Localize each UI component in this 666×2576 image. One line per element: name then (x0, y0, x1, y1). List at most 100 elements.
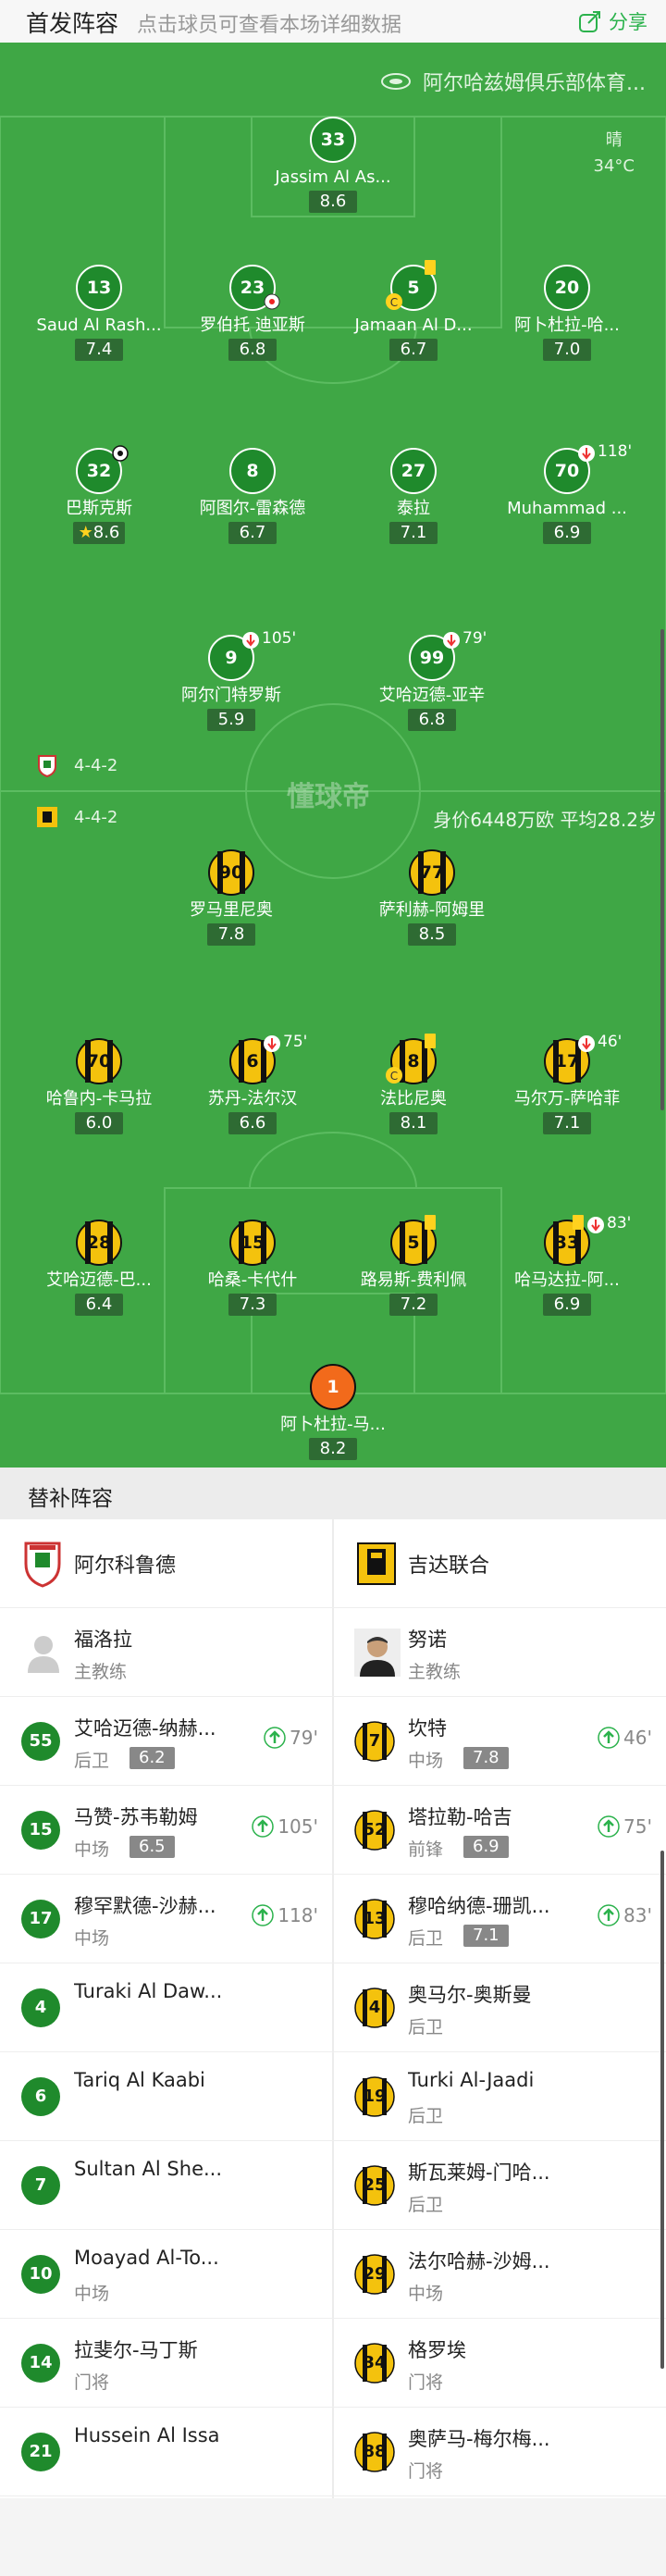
player-rating: 7.0 (543, 339, 591, 361)
player-rating: 6.8 (228, 339, 277, 361)
player-name: 阿图尔-雷森德 (199, 499, 306, 518)
home-jersey-icon: 10 (20, 2254, 61, 2295)
home-player-27[interactable]: 27 泰拉 7.1 (339, 448, 487, 544)
star-icon: ★ (78, 523, 93, 542)
bench-away-player[interactable]: 19 Turki Al-Jaadi 后卫 (334, 2052, 665, 2141)
bench-home-player[interactable]: 55 艾哈迈德-纳赫... 后卫 6.2 79' (0, 1697, 331, 1786)
bench-away-player[interactable]: 88 奥萨马-梅尔梅... 门将 (334, 2408, 665, 2496)
home-player-33[interactable]: 33 Jassim Al As... 8.6 (259, 117, 407, 213)
away-player-28[interactable]: 28 艾哈迈德-巴... 6.4 (25, 1220, 173, 1316)
home-coach[interactable]: 福洛拉 主教练 (0, 1608, 331, 1697)
bench-home-player[interactable]: 14 拉斐尔-马丁斯 门将 (0, 2319, 331, 2408)
bench-row: 17 穆罕默德-沙赫... 中场 118' 13 穆哈纳德-珊凯... 后卫 7… (0, 1875, 666, 1963)
bench-player-pos: 中场 (408, 2284, 444, 2304)
bench-away-player[interactable]: 25 斯瓦莱姆-门哈... 后卫 (334, 2141, 665, 2230)
player-name: 艾哈迈德-巴... (46, 1270, 152, 1290)
bench-away-player[interactable]: 29 法尔哈赫-沙姆... 中场 (334, 2230, 665, 2319)
bench-home-player[interactable]: 7 Sultan Al She... (0, 2141, 331, 2230)
away-player-77-jersey-icon: 77 (409, 849, 455, 896)
player-rating: 6.9 (543, 1294, 591, 1316)
weather-text: 晴 (605, 130, 623, 150)
player-rating: 6.9 (543, 522, 591, 544)
player-rating: 7.3 (228, 1294, 277, 1316)
away-crest-icon (37, 807, 57, 827)
bench-player-pos: 门将 (408, 2372, 444, 2393)
home-jersey-icon: 17 (20, 1899, 61, 1939)
away-player-70[interactable]: 70 哈鲁内-卡马拉 6.0 (25, 1038, 173, 1134)
sub-out-icon (443, 632, 460, 649)
player-name: 艾哈迈德-亚辛 (378, 686, 486, 705)
away-player-15[interactable]: 15 哈桑-卡代什 7.3 (179, 1220, 327, 1316)
bench-row: 6 Tariq Al Kaabi 19 Turki Al-Jaadi 后卫 (0, 2052, 666, 2141)
home-jersey-icon: 7 (20, 2165, 61, 2206)
bench-home-player[interactable]: 15 马赞-苏韦勒姆 中场 6.5 105' (0, 1786, 331, 1875)
bench-away-player[interactable]: 7 坎特 中场 7.8 46' (334, 1697, 665, 1786)
bench-home-player[interactable]: 6 Tariq Al Kaabi (0, 2052, 331, 2141)
sub-out-icon (578, 1035, 595, 1052)
home-player-20[interactable]: 20 阿卜杜拉-哈... 7.0 (493, 265, 641, 361)
share-icon (579, 11, 600, 32)
pitch-scrollbar[interactable] (660, 629, 664, 1110)
pitch: 阿尔哈兹姆俱乐部体育... 晴 34°C 懂球帝 4-4-2 4-4-2 身价6… (0, 43, 666, 1468)
away-player-90[interactable]: 90 罗马里尼奥 7.8 (157, 849, 305, 946)
away-player-33[interactable]: 33 83' 哈马达拉-阿... 6.9 (493, 1214, 641, 1316)
bench-player-name: 艾哈迈德-纳赫... (74, 1717, 216, 1740)
bench-row: 7 Sultan Al She... 25 斯瓦莱姆-门哈... 后卫 (0, 2141, 666, 2230)
player-name: Saud Al Rash... (36, 316, 162, 335)
away-player-8[interactable]: 8 C 法比尼奥 8.1 (339, 1034, 487, 1134)
away-player-15-jersey-icon: 15 (229, 1220, 276, 1266)
home-team-cell[interactable]: 阿尔科鲁德 (0, 1519, 331, 1608)
bench-row: 14 拉斐尔-马丁斯 门将 34 格罗埃 门将 (0, 2319, 666, 2408)
bench-away-player[interactable]: 52 塔拉勒-哈吉 前锋 6.9 75' (334, 1786, 665, 1875)
bench-home-player[interactable]: 17 穆罕默德-沙赫... 中场 118' (0, 1875, 331, 1963)
bench-row: 21 Hussein Al Issa 88 奥萨马-梅尔梅... 门将 (0, 2408, 666, 2496)
sub-in: 83' (598, 1904, 652, 1926)
away-player-6[interactable]: 6 75' 苏丹-法尔汉 6.6 (179, 1033, 327, 1134)
bench-home-player[interactable]: 21 Hussein Al Issa (0, 2408, 331, 2496)
player-name: 哈马达拉-阿... (514, 1270, 620, 1290)
player-name: 罗伯托 迪亚斯 (200, 316, 305, 335)
bench-player-pos: 后卫 (408, 2195, 444, 2215)
away-coach[interactable]: 努诺 主教练 (334, 1608, 665, 1697)
bench-away-player[interactable]: 4 奥马尔-奥斯曼 后卫 (334, 1963, 665, 2052)
home-player-33-jersey-icon: 33 (310, 117, 356, 163)
share-button[interactable]: 分享 (577, 7, 648, 35)
home-player-32[interactable]: 32 巴斯克斯 ★8.6 (25, 445, 173, 544)
bench-player-pos: 中场 (74, 2284, 110, 2304)
bench-player-name: Hussein Al Issa (74, 2424, 220, 2446)
away-player-1[interactable]: 1 阿卜杜拉-马... 8.2 (259, 1364, 407, 1460)
ball-icon (264, 293, 280, 310)
player-name: 路易斯-费利佩 (360, 1270, 467, 1290)
lineup-title: 首发阵容 (26, 10, 119, 37)
home-player-70[interactable]: 70 118' Muhammad ... 6.9 (493, 442, 641, 544)
player-rating: 8.1 (389, 1112, 438, 1134)
coach-name: 努诺 (408, 1629, 447, 1651)
home-player-9[interactable]: 9 105' 阿尔门特罗斯 5.9 (157, 629, 305, 731)
home-player-8[interactable]: 8 阿图尔-雷森德 6.7 (179, 448, 327, 544)
bench-away-player[interactable]: 34 格罗埃 门将 (334, 2319, 665, 2408)
bench-player-pos: 后卫 (408, 2017, 444, 2037)
sub-in-time: 105' (278, 1815, 318, 1838)
bench-away-player[interactable]: 13 穆哈纳德-珊凯... 后卫 7.1 83' (334, 1875, 665, 1963)
away-player-5[interactable]: 5 路易斯-费利佩 7.2 (339, 1215, 487, 1316)
bench-home-player[interactable]: 4 Turaki Al Daw... (0, 1963, 331, 2052)
away-player-17[interactable]: 17 46' 马尔万-萨哈菲 7.1 (493, 1033, 641, 1134)
home-player-23[interactable]: 23 罗伯托 迪亚斯 6.8 (179, 265, 327, 361)
player-name: 法比尼奥 (380, 1089, 447, 1108)
away-player-77[interactable]: 77 萨利赫-阿姆里 8.5 (358, 849, 506, 946)
away-jersey-icon: 13 (354, 1899, 395, 1939)
bench-home-player[interactable]: 10 Moayad Al-To... 中场 (0, 2230, 331, 2319)
home-player-5[interactable]: 5 C Jamaan Al D... 6.7 (339, 260, 487, 361)
home-player-20-jersey-icon: 20 (544, 265, 590, 311)
home-player-99[interactable]: 99 79' 艾哈迈德-亚辛 6.8 (358, 629, 506, 731)
home-player-13[interactable]: 13 Saud Al Rash... 7.4 (25, 265, 173, 361)
away-team-cell[interactable]: 吉达联合 (334, 1519, 665, 1608)
bench-player-pos: 后卫 (74, 1751, 110, 1771)
player-name: 泰拉 (397, 499, 430, 518)
yellow-card-icon (425, 260, 436, 275)
bench-scrollbar[interactable] (660, 1851, 664, 2369)
bench-player-name: 穆罕默德-沙赫... (74, 1895, 216, 1917)
weather: 晴 34°C (594, 128, 635, 180)
home-player-5-jersey-icon: 5 C (386, 260, 437, 311)
captain-icon: C (386, 293, 402, 310)
